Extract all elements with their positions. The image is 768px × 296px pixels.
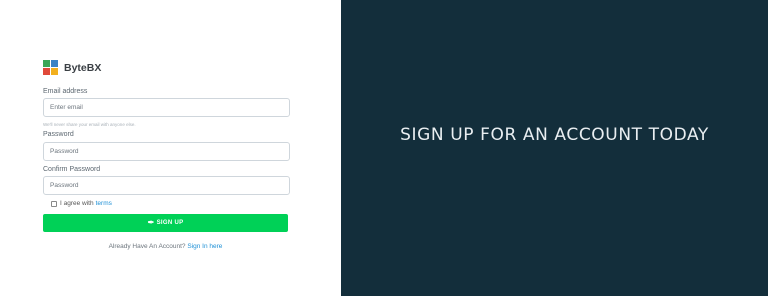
password-field[interactable] (50, 148, 289, 155)
email-label: Email address (43, 88, 88, 95)
signup-panel: ByteBX Email address We'll never share y… (0, 0, 341, 296)
logo-square-green (43, 60, 50, 67)
signin-link[interactable]: Sign In here (187, 243, 222, 250)
terms-link[interactable]: terms (96, 200, 112, 207)
logo-square-red (43, 68, 50, 75)
email-help-text: We'll never share your email with anyone… (43, 122, 136, 127)
signup-button[interactable]: ✒ SIGN UP (43, 214, 288, 232)
password-field-wrapper (43, 142, 290, 161)
logo-square-yellow (51, 68, 58, 75)
logo-square-blue (51, 60, 58, 67)
password-label: Password (43, 131, 74, 138)
agree-text: I agree with (60, 200, 94, 207)
brand-name: ByteBX (64, 61, 102, 74)
hero-title: SIGN UP FOR AN ACCOUNT TODAY (400, 125, 709, 145)
bytebx-logo-icon (43, 60, 58, 75)
confirm-password-field-wrapper (43, 176, 290, 195)
signup-page: ByteBX Email address We'll never share y… (0, 0, 768, 296)
signup-button-label: SIGN UP (156, 220, 184, 226)
email-field-wrapper (43, 98, 290, 117)
agree-checkbox[interactable] (51, 200, 57, 207)
signin-prompt-text: Already Have An Account? (108, 243, 186, 250)
signin-prompt: Already Have An Account? Sign In here (43, 243, 288, 250)
terms-agreement: I agree with terms (51, 200, 112, 207)
email-field[interactable] (50, 104, 289, 111)
confirm-password-label: Confirm Password (43, 166, 101, 173)
feather-icon: ✒ (147, 218, 155, 227)
hero-panel: SIGN UP FOR AN ACCOUNT TODAY (341, 0, 768, 296)
brand: ByteBX (43, 60, 101, 75)
confirm-password-field[interactable] (50, 182, 289, 189)
